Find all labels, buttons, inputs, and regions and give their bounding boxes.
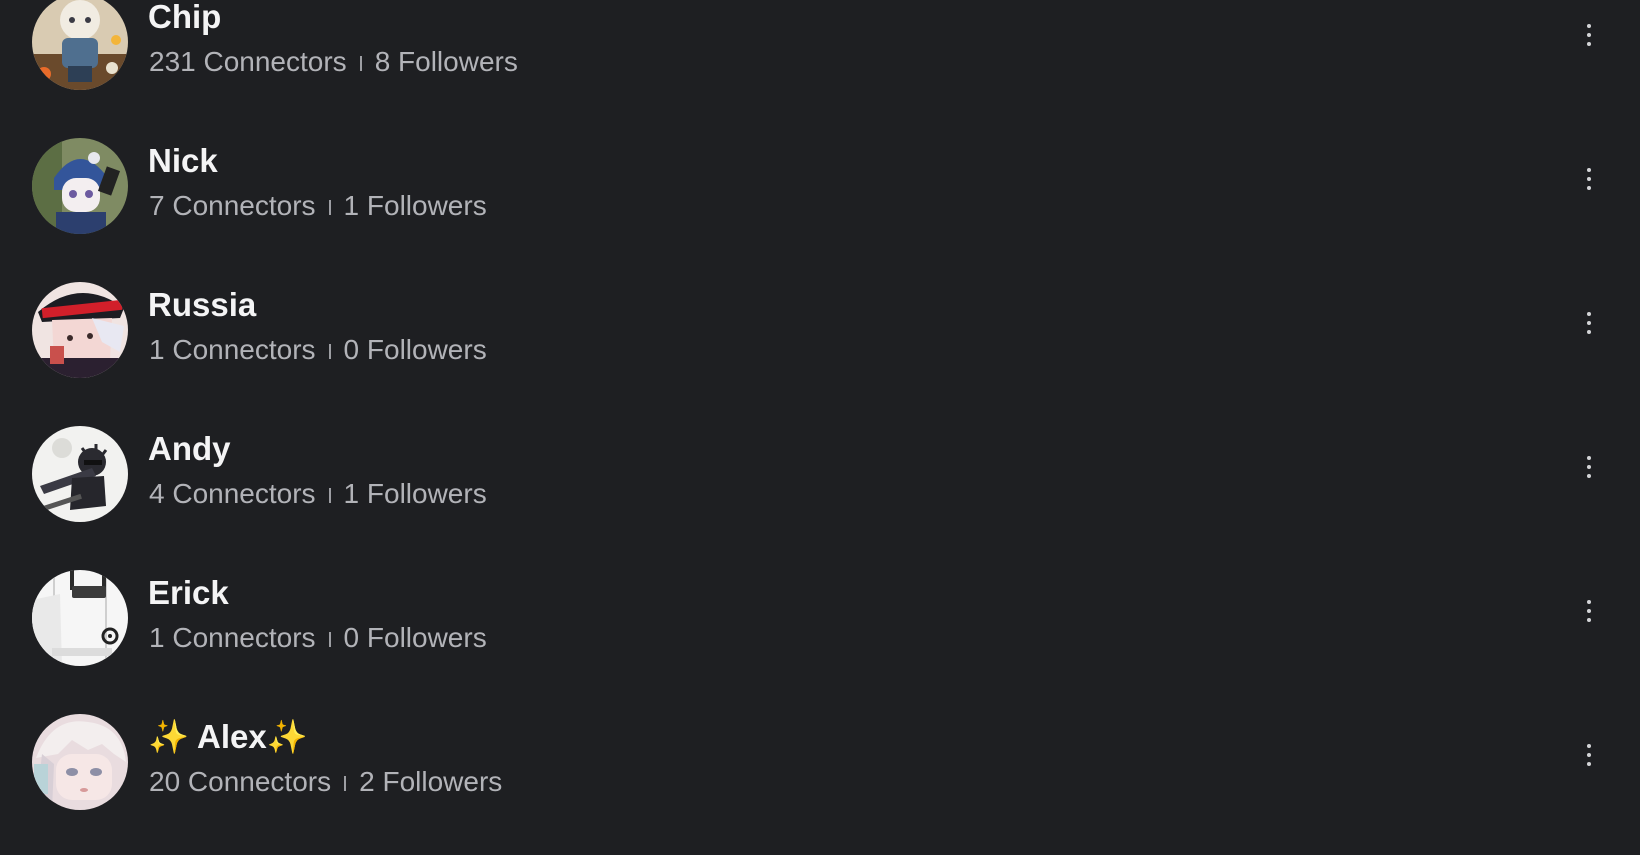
- avatar[interactable]: [32, 426, 128, 522]
- user-stats: 7 Connectors 1 Followers: [149, 188, 487, 224]
- avatar[interactable]: [32, 138, 128, 234]
- connectors-count: 1 Connectors: [149, 334, 316, 365]
- avatar-image: [32, 0, 128, 90]
- user-row-russia[interactable]: Russia 1 Connectors 0 Followers: [0, 282, 1640, 426]
- avatar-image: [32, 282, 128, 378]
- user-stats: 4 Connectors 1 Followers: [149, 476, 487, 512]
- more-vertical-icon[interactable]: [1574, 308, 1604, 338]
- more-vertical-icon[interactable]: [1574, 164, 1604, 194]
- avatar-image: [32, 426, 128, 522]
- followers-count: 0 Followers: [343, 334, 487, 365]
- user-name: Erick: [148, 574, 229, 611]
- connectors-count: 7 Connectors: [149, 190, 316, 221]
- user-row-erick[interactable]: Erick 1 Connectors 0 Followers: [0, 570, 1640, 714]
- avatar[interactable]: [32, 0, 128, 90]
- user-name: Nick: [148, 142, 218, 179]
- avatar-image: [32, 138, 128, 234]
- stats-divider: [344, 775, 347, 791]
- connectors-count: 231 Connectors: [149, 46, 347, 77]
- user-name: ✨ Alex✨: [148, 718, 308, 755]
- avatar-image: [32, 570, 128, 666]
- connectors-count: 1 Connectors: [149, 622, 316, 653]
- followers-count: 8 Followers: [374, 46, 518, 77]
- more-vertical-icon[interactable]: [1574, 740, 1604, 770]
- user-stats: 20 Connectors 2 Followers: [149, 764, 502, 800]
- followers-count: 2 Followers: [359, 766, 503, 797]
- more-vertical-icon[interactable]: [1574, 20, 1604, 50]
- user-name: Chip: [148, 0, 222, 35]
- user-list: Chip 231 Connectors 8 Followers Nick 7 C…: [0, 0, 1640, 855]
- avatar[interactable]: [32, 570, 128, 666]
- user-stats: 1 Connectors 0 Followers: [149, 620, 487, 656]
- more-vertical-icon[interactable]: [1574, 452, 1604, 482]
- user-stats: 231 Connectors 8 Followers: [149, 44, 518, 80]
- user-stats: 1 Connectors 0 Followers: [149, 332, 487, 368]
- user-row-andy[interactable]: Andy 4 Connectors 1 Followers: [0, 426, 1640, 570]
- stats-divider: [328, 631, 331, 647]
- user-name: Russia: [148, 286, 257, 323]
- user-row-chip[interactable]: Chip 231 Connectors 8 Followers: [0, 0, 1640, 138]
- stats-divider: [328, 487, 331, 503]
- stats-divider: [359, 55, 362, 71]
- connectors-count: 4 Connectors: [149, 478, 316, 509]
- user-row-alex[interactable]: ✨ Alex✨ 20 Connectors 2 Followers: [0, 714, 1640, 855]
- connectors-count: 20 Connectors: [149, 766, 332, 797]
- avatar-image: [32, 714, 128, 810]
- avatar[interactable]: [32, 282, 128, 378]
- user-row-nick[interactable]: Nick 7 Connectors 1 Followers: [0, 138, 1640, 282]
- stats-divider: [328, 199, 331, 215]
- followers-count: 0 Followers: [343, 622, 487, 653]
- more-vertical-icon[interactable]: [1574, 596, 1604, 626]
- followers-count: 1 Followers: [343, 190, 487, 221]
- avatar[interactable]: [32, 714, 128, 810]
- stats-divider: [328, 343, 331, 359]
- followers-count: 1 Followers: [343, 478, 487, 509]
- user-name: Andy: [148, 430, 231, 467]
